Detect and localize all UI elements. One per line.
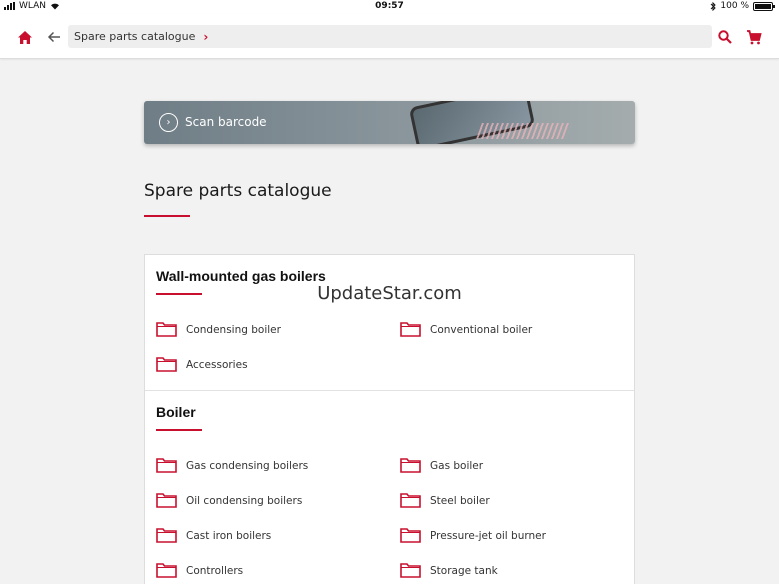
scan-barcode-label: Scan barcode (185, 115, 267, 129)
page-title: Spare parts catalogue (144, 181, 332, 201)
folder-icon (400, 528, 421, 543)
category-label: Conventional boiler (430, 323, 533, 336)
breadcrumb-item[interactable]: Spare parts catalogue (74, 30, 195, 43)
status-right: 100 % (710, 1, 775, 11)
chevron-circle-icon: › (159, 113, 178, 132)
category-label: Controllers (186, 564, 244, 577)
folder-icon (156, 322, 177, 337)
arrow-left-icon (47, 31, 60, 43)
status-bar: WLAN 09:57 100 % (0, 0, 779, 14)
category-conventional-boiler[interactable]: Conventional boiler (400, 322, 532, 337)
folder-icon (156, 357, 177, 372)
cart-button[interactable] (743, 26, 765, 48)
section-underline (156, 429, 202, 431)
chevron-right-icon: › (203, 29, 209, 44)
section-wall-mounted-gas-boilers: Wall-mounted gas boilers Condensing boil… (145, 255, 634, 391)
home-button[interactable] (14, 26, 36, 48)
folder-icon (400, 493, 421, 508)
battery-label: 100 % (720, 1, 749, 11)
status-time: 09:57 (375, 1, 404, 11)
back-button[interactable] (43, 26, 65, 48)
category-condensing-boiler[interactable]: Condensing boiler (156, 322, 281, 337)
category-label: Storage tank (430, 564, 498, 577)
battery-icon (753, 1, 775, 11)
category-accessories[interactable]: Accessories (156, 357, 248, 372)
breadcrumb-bar[interactable]: Spare parts catalogue › (68, 25, 712, 48)
folder-icon (156, 563, 177, 578)
category-gas-boiler[interactable]: Gas boiler (400, 458, 483, 473)
category-label: Oil condensing boilers (186, 494, 303, 507)
category-label: Pressure-jet oil burner (430, 529, 546, 542)
navigation-bar: Spare parts catalogue › (0, 14, 779, 59)
category-label: Condensing boiler (186, 323, 281, 336)
category-label: Cast iron boilers (186, 529, 272, 542)
category-label: Gas boiler (430, 459, 484, 472)
section-title: Wall-mounted gas boilers (156, 268, 326, 284)
barcode-illustration (476, 123, 572, 139)
folder-icon (156, 528, 177, 543)
folder-icon (400, 458, 421, 473)
category-controllers[interactable]: Controllers (156, 563, 243, 578)
scan-barcode-button[interactable]: › Scan barcode (144, 101, 635, 144)
folder-icon (156, 493, 177, 508)
category-label: Gas condensing boilers (186, 459, 309, 472)
category-oil-condensing-boilers[interactable]: Oil condensing boilers (156, 493, 302, 508)
home-icon (18, 30, 32, 44)
folder-icon (400, 322, 421, 337)
category-label: Steel boiler (430, 494, 490, 507)
category-storage-tank[interactable]: Storage tank (400, 563, 498, 578)
folder-icon (400, 563, 421, 578)
search-icon (718, 30, 732, 44)
category-gas-condensing-boilers[interactable]: Gas condensing boilers (156, 458, 308, 473)
folder-icon (156, 458, 177, 473)
cart-icon (747, 29, 762, 44)
category-pressure-jet-oil-burner[interactable]: Pressure-jet oil burner (400, 528, 546, 543)
category-steel-boiler[interactable]: Steel boiler (400, 493, 490, 508)
section-title: Boiler (156, 404, 196, 420)
search-button[interactable] (714, 26, 736, 48)
category-cast-iron-boilers[interactable]: Cast iron boilers (156, 528, 271, 543)
category-label: Accessories (186, 358, 248, 371)
watermark-text: UpdateStar.com (317, 283, 462, 304)
section-boiler: Boiler Gas condensing boilers Gas boiler… (145, 391, 634, 584)
title-underline (144, 215, 190, 217)
bluetooth-icon (711, 1, 717, 11)
